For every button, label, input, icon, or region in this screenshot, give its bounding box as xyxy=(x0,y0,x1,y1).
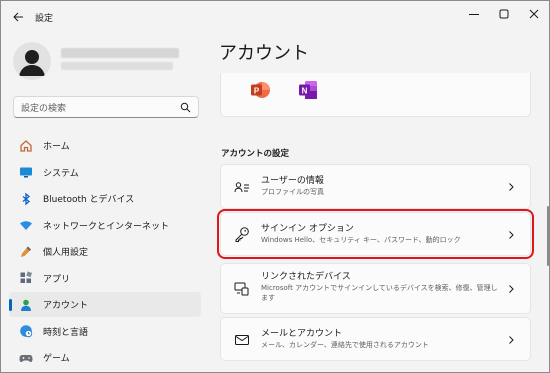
mail-icon xyxy=(234,332,250,348)
minimize-icon xyxy=(469,14,479,15)
apps-icon xyxy=(19,271,33,285)
personalization-icon xyxy=(19,245,33,259)
page-title: アカウント xyxy=(219,43,309,64)
sidebar-item-network[interactable]: ネットワークとインターネット xyxy=(9,213,201,238)
card-title: ユーザーの情報 xyxy=(261,176,324,186)
window-title: 設定 xyxy=(35,14,54,24)
key-icon xyxy=(234,226,250,242)
sidebar-item-label: アカウント xyxy=(43,301,89,311)
scrollbar-thumb[interactable] xyxy=(547,206,549,266)
card-linked-devices[interactable]: リンクされたデバイス Microsoft アカウントでサインインしているデバイス… xyxy=(220,263,531,314)
gaming-icon xyxy=(19,351,33,365)
sidebar-item-label: 時刻と言語 xyxy=(43,327,89,338)
sidebar-item-home[interactable]: ホーム xyxy=(9,133,201,158)
sidebar-item-label: ゲーム xyxy=(43,354,70,364)
onenote-icon[interactable]: N xyxy=(297,79,319,101)
powerpoint-icon[interactable]: P xyxy=(249,79,271,101)
time-language-icon xyxy=(19,324,33,338)
maximize-icon xyxy=(499,9,509,19)
profile-name-redacted xyxy=(61,48,179,58)
avatar-person-icon xyxy=(19,50,45,76)
chevron-right-icon xyxy=(507,335,515,345)
user-info-icon xyxy=(234,179,250,195)
system-icon xyxy=(19,165,33,179)
card-subtitle: メール、カレンダー、連絡先で使用されるアカウント xyxy=(261,341,429,349)
sidebar-item-label: ネットワークとインターネット xyxy=(43,221,170,232)
sidebar-item-apps[interactable]: アプリ xyxy=(9,266,201,291)
svg-text:P: P xyxy=(254,87,260,96)
card-subtitle: Windows Hello、セキュリティ キー、パスワード、動的ロック xyxy=(261,236,461,244)
search-placeholder: 設定の検索 xyxy=(21,103,67,114)
search-input[interactable]: 設定の検索 xyxy=(13,96,199,118)
avatar[interactable] xyxy=(13,42,51,80)
maximize-button[interactable] xyxy=(490,5,518,23)
card-sign-in-options[interactable]: サインイン オプション Windows Hello、セキュリティ キー、パスワー… xyxy=(217,209,534,259)
title-bar: 設定 xyxy=(1,1,549,33)
sidebar-item-bluetooth[interactable]: Bluetooth とデバイス xyxy=(9,186,201,211)
svg-text:N: N xyxy=(302,87,308,96)
card-title: メールとアカウント xyxy=(261,329,343,339)
sidebar-item-label: ホーム xyxy=(43,142,70,152)
account-apps-strip: P N xyxy=(220,73,531,117)
sidebar-item-personalization[interactable]: 個人用設定 xyxy=(9,239,201,264)
card-title: サインイン オプション xyxy=(261,224,354,234)
sidebar-item-system[interactable]: システム xyxy=(9,160,201,185)
chevron-right-icon xyxy=(507,284,515,294)
card-email-accounts[interactable]: メールとアカウント メール、カレンダー、連絡先で使用されるアカウント xyxy=(220,317,531,361)
card-title: リンクされたデバイス xyxy=(261,272,351,282)
section-title-account-settings: アカウントの設定 xyxy=(221,149,290,159)
sidebar-item-accounts[interactable]: アカウント xyxy=(9,292,201,317)
sidebar-item-time-language[interactable]: 時刻と言語 xyxy=(9,319,201,344)
home-icon xyxy=(19,139,33,153)
settings-window: 設定 設定の検索 ホーム システム Bluetooth とデバイス ネットワーク… xyxy=(0,0,550,373)
chevron-right-icon xyxy=(507,182,515,192)
network-icon xyxy=(19,218,33,232)
sidebar-item-label: システム xyxy=(43,168,79,179)
sidebar-item-label: 個人用設定 xyxy=(43,248,89,258)
close-button[interactable] xyxy=(520,5,548,23)
active-indicator xyxy=(9,299,12,311)
sidebar-nav: ホーム システム Bluetooth とデバイス ネットワークとインターネット … xyxy=(9,133,201,372)
account-icon xyxy=(19,298,33,312)
profile-email-redacted xyxy=(61,62,173,70)
back-button[interactable] xyxy=(9,8,27,26)
minimize-button[interactable] xyxy=(460,5,488,23)
card-your-info[interactable]: ユーザーの情報 プロファイルの写真 xyxy=(220,164,531,209)
sidebar-item-label: Bluetooth とデバイス xyxy=(43,195,135,205)
card-subtitle: プロファイルの写真 xyxy=(261,188,324,196)
back-arrow-icon xyxy=(12,12,23,22)
sidebar-item-label: アプリ xyxy=(43,274,71,285)
search-icon xyxy=(180,102,191,113)
chevron-right-icon xyxy=(507,230,515,240)
card-subtitle: Microsoft アカウントでサインインしているデバイスを検索、修復、管理しま… xyxy=(261,284,498,302)
close-icon xyxy=(529,9,539,19)
linked-devices-icon xyxy=(234,281,250,297)
sidebar-item-gaming[interactable]: ゲーム xyxy=(9,345,201,370)
bluetooth-icon xyxy=(19,192,33,206)
